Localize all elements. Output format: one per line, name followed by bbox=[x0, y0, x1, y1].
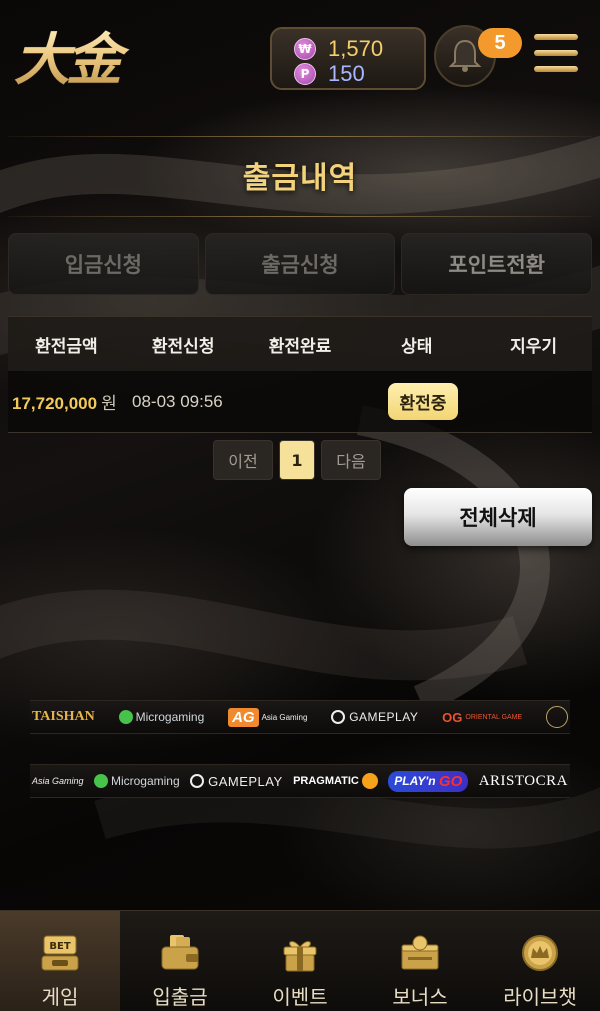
asia-gaming-logo[interactable]: Asia Gaming bbox=[32, 776, 84, 786]
status-cell: 환전중 bbox=[368, 383, 478, 420]
provider-logos-row-1: TAISHAN Microgaming AG Asia Gaming GAMEPL… bbox=[30, 700, 570, 734]
playngo-text: PLAY'n bbox=[394, 774, 436, 788]
crown-chat-icon bbox=[522, 935, 558, 971]
point-coin-icon: P bbox=[294, 63, 316, 85]
microgaming-icon bbox=[118, 710, 133, 724]
tab-withdraw-request[interactable]: 출금신청 bbox=[204, 233, 396, 295]
playngo-logo[interactable]: PLAY'n GO bbox=[388, 770, 469, 792]
delete-all-button[interactable]: 전체삭제 bbox=[404, 488, 592, 546]
wallet-icon bbox=[161, 935, 199, 970]
svg-text:BET: BET bbox=[49, 941, 70, 952]
bet-slot-icon: BET bbox=[41, 935, 79, 971]
current-page-button[interactable]: 1 bbox=[279, 440, 315, 480]
table-row: 17,720,000 원 08-03 09:56 환전중 bbox=[8, 371, 592, 433]
ag-logo[interactable]: AG Asia Gaming bbox=[228, 707, 308, 727]
gift-icon bbox=[283, 941, 317, 972]
gameplay-text: GAMEPLAY bbox=[208, 773, 283, 789]
gameplay-logo[interactable]: GAMEPLAY bbox=[190, 774, 283, 789]
tab-point-conversion[interactable]: 포인트전환 bbox=[401, 233, 593, 295]
nav-item-deposit-withdraw[interactable]: 입출금 bbox=[120, 911, 240, 1011]
won-coin-icon: ₩ bbox=[294, 38, 316, 60]
gameplay-icon bbox=[190, 774, 205, 788]
bottom-navigation: BET 게임 입출금 이벤트 보너스 라이브챗 bbox=[0, 910, 600, 1011]
table-header: 환전금액 환전신청 환전완료 상태 지우기 bbox=[8, 316, 592, 371]
logo-text: 大金 bbox=[14, 24, 144, 96]
notification-count-badge: 5 bbox=[478, 28, 522, 58]
pragmatic-text: PRAGMATIC bbox=[293, 775, 359, 787]
pragmatic-icon bbox=[361, 773, 378, 789]
og-subtitle: ORIENTAL GAME bbox=[465, 713, 523, 721]
nav-item-live-chat[interactable]: 라이브챗 bbox=[480, 911, 600, 1011]
prev-page-button[interactable]: 이전 bbox=[213, 440, 273, 480]
bonus-box-icon bbox=[401, 935, 439, 970]
microgaming-icon bbox=[93, 774, 108, 788]
amount-value: 17,720,000 bbox=[12, 394, 98, 413]
column-header: 환전신청 bbox=[151, 336, 215, 357]
nav-item-event[interactable]: 이벤트 bbox=[240, 911, 360, 1011]
microgaming-text: Microgaming bbox=[110, 774, 180, 788]
divider bbox=[8, 136, 592, 137]
pragmatic-play-logo[interactable]: PRAGMATIC bbox=[293, 773, 378, 789]
amount-cell: 17,720,000 원 bbox=[8, 389, 128, 414]
oriental-game-logo[interactable]: OG ORIENTAL GAME bbox=[442, 710, 522, 725]
playngo-go: GO bbox=[438, 772, 463, 790]
wallet-balance[interactable]: ₩ 1,570 P 150 bbox=[270, 27, 426, 90]
nav-item-game[interactable]: BET 게임 bbox=[0, 911, 120, 1011]
column-header: 지우기 bbox=[510, 336, 558, 357]
nav-label: 라이브챗 bbox=[503, 985, 577, 1009]
withdrawal-history-table: 환전금액 환전신청 환전완료 상태 지우기 17,720,000 원 08-03 … bbox=[8, 316, 592, 433]
request-date-cell: 08-03 09:56 bbox=[132, 391, 223, 411]
next-page-button[interactable]: 다음 bbox=[321, 440, 381, 480]
won-balance: 1,570 bbox=[328, 36, 384, 61]
logo[interactable]: 大金 bbox=[14, 24, 144, 96]
aristocrat-logo[interactable]: ARISTOCRA bbox=[479, 773, 568, 790]
gameplay-icon bbox=[331, 710, 346, 724]
gameplay-text: GAMEPLAY bbox=[349, 710, 419, 724]
nav-label: 입출금 bbox=[152, 985, 208, 1009]
gameplay-logo[interactable]: GAMEPLAY bbox=[331, 710, 418, 724]
ag-mark: AG bbox=[228, 707, 259, 727]
microgaming-logo[interactable]: Microgaming bbox=[93, 774, 180, 788]
nav-label: 이벤트 bbox=[272, 985, 328, 1009]
partial-provider-logo[interactable] bbox=[546, 706, 568, 728]
ag-subtitle: Asia Gaming bbox=[261, 712, 308, 722]
emblem-icon bbox=[546, 706, 568, 728]
column-header: 상태 bbox=[401, 336, 433, 357]
provider-logos-row-2: Asia Gaming Microgaming GAMEPLAY PRAGMAT… bbox=[30, 764, 570, 798]
point-balance-row: P 150 bbox=[294, 62, 365, 86]
transaction-tabs: 입금신청 출금신청 포인트전환 bbox=[8, 233, 593, 295]
nav-label: 보너스 bbox=[392, 985, 448, 1009]
taishan-logo[interactable]: TAISHAN bbox=[32, 709, 95, 725]
column-header: 환전완료 bbox=[268, 336, 332, 357]
nav-item-bonus[interactable]: 보너스 bbox=[360, 911, 480, 1011]
amount-unit: 원 bbox=[101, 394, 117, 413]
won-balance-row: ₩ 1,570 bbox=[294, 37, 383, 61]
bell-icon bbox=[448, 39, 482, 72]
pagination: 이전 1 다음 bbox=[213, 440, 381, 480]
divider bbox=[8, 216, 592, 217]
tab-deposit-request[interactable]: 입금신청 bbox=[8, 233, 199, 295]
status-badge: 환전중 bbox=[387, 383, 459, 420]
microgaming-logo[interactable]: Microgaming bbox=[118, 710, 205, 724]
nav-label: 게임 bbox=[41, 985, 79, 1009]
hamburger-menu-icon[interactable] bbox=[534, 34, 578, 74]
og-mark: OG bbox=[442, 709, 463, 725]
column-header: 환전금액 bbox=[35, 336, 98, 357]
header: 大金 ₩ 1,570 P 150 5 bbox=[0, 0, 600, 110]
microgaming-text: Microgaming bbox=[135, 710, 205, 724]
point-balance: 150 bbox=[328, 61, 365, 86]
page-title: 출금내역 bbox=[242, 161, 358, 196]
